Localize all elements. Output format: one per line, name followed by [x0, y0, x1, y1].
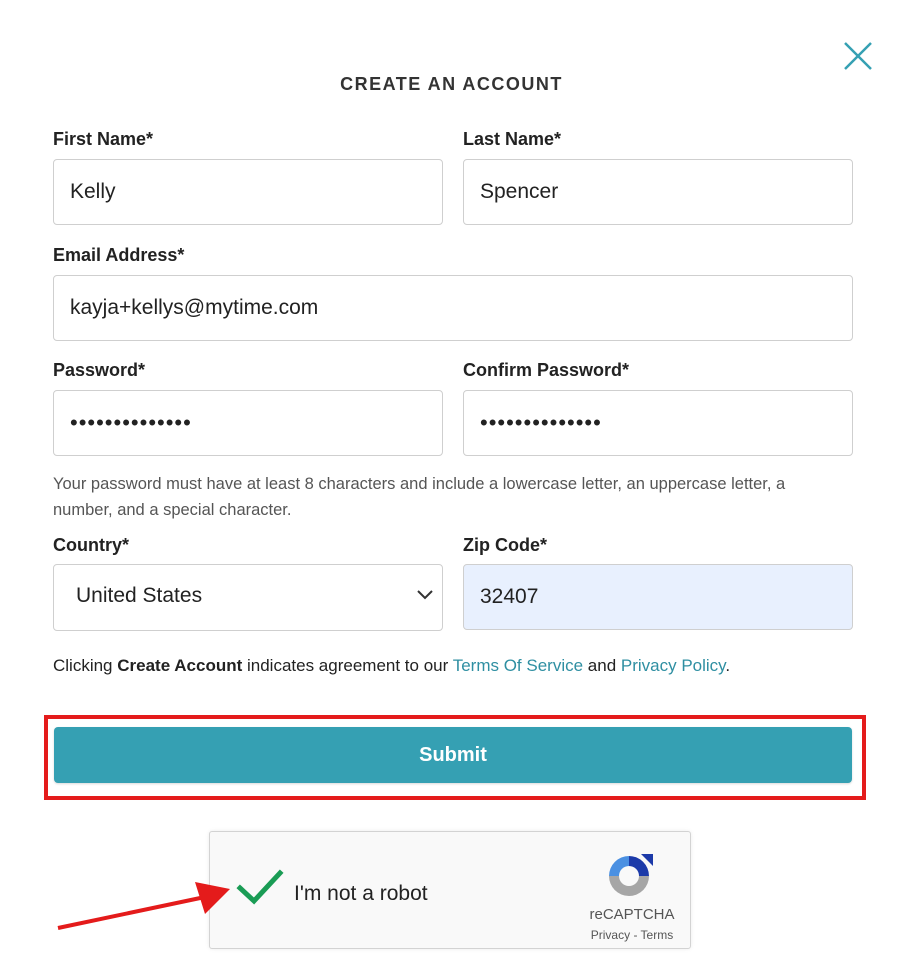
agreement-prefix: Clicking	[53, 656, 118, 675]
recaptcha-logo-icon	[609, 854, 653, 896]
email-label: Email Address*	[53, 245, 185, 265]
first-name-input[interactable]	[53, 159, 443, 225]
zip-input[interactable]	[463, 564, 853, 630]
checkmark-icon[interactable]	[236, 868, 284, 908]
submit-button[interactable]: Submit	[54, 727, 852, 783]
agreement-text: Clicking Create Account indicates agreem…	[53, 656, 730, 676]
arrow-icon	[57, 882, 230, 930]
password-hint: Your password must have at least 8 chara…	[53, 475, 786, 519]
last-name-label: Last Name*	[463, 129, 562, 149]
country-label: Country*	[53, 535, 129, 555]
terms-of-service-link[interactable]: Terms Of Service	[453, 656, 583, 675]
country-select-value: United States	[76, 584, 203, 607]
first-name-label: First Name*	[53, 129, 154, 149]
chevron-down-icon	[417, 590, 433, 600]
country-select[interactable]: United States	[53, 564, 443, 631]
page-title: CREATE AN ACCOUNT	[340, 74, 563, 94]
privacy-policy-link[interactable]: Privacy Policy	[621, 656, 726, 675]
recaptcha-brand: reCAPTCHA	[589, 906, 675, 923]
password-input[interactable]	[53, 390, 443, 456]
agreement-middle: indicates agreement to our	[242, 656, 453, 675]
last-name-input[interactable]	[463, 159, 853, 225]
confirm-password-label: Confirm Password*	[463, 360, 630, 380]
email-input[interactable]	[53, 275, 853, 341]
recaptcha-links[interactable]: Privacy - Terms	[582, 928, 682, 942]
zip-label: Zip Code*	[463, 535, 547, 555]
recaptcha-widget: I'm not a robot reCAPTCHA Privacy - Term…	[209, 831, 691, 949]
confirm-password-input[interactable]	[463, 390, 853, 456]
agreement-bold: Create Account	[117, 656, 243, 675]
agreement-and: and	[583, 656, 621, 675]
agreement-suffix: .	[725, 656, 731, 675]
close-icon[interactable]	[840, 38, 876, 74]
password-label: Password*	[53, 360, 146, 380]
recaptcha-label: I'm not a robot	[294, 882, 428, 905]
